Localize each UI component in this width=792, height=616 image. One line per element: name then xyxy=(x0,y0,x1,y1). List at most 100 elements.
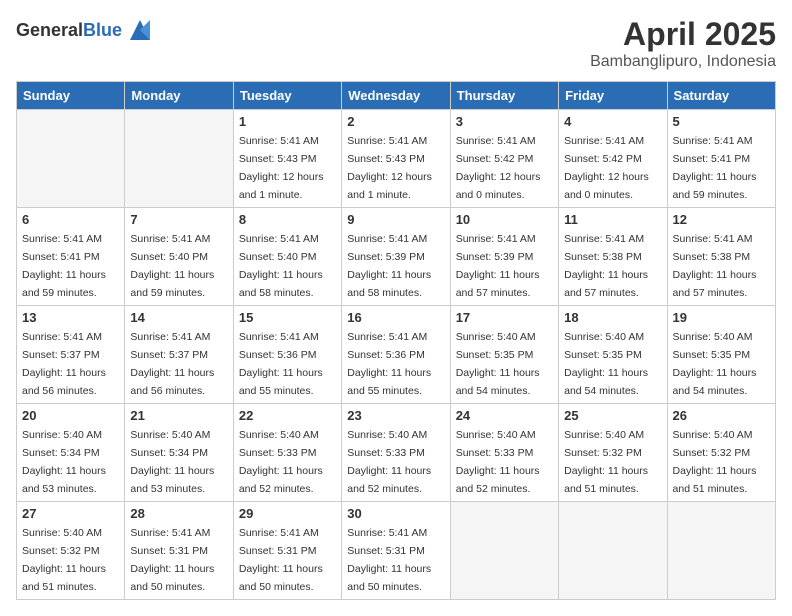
day-detail: Sunrise: 5:41 AM Sunset: 5:31 PM Dayligh… xyxy=(130,527,214,593)
day-detail: Sunrise: 5:41 AM Sunset: 5:36 PM Dayligh… xyxy=(239,331,323,397)
day-detail: Sunrise: 5:41 AM Sunset: 5:36 PM Dayligh… xyxy=(347,331,431,397)
day-cell xyxy=(17,110,125,208)
day-detail: Sunrise: 5:41 AM Sunset: 5:38 PM Dayligh… xyxy=(564,233,648,299)
day-number: 19 xyxy=(673,310,770,325)
day-cell xyxy=(667,502,775,600)
day-number: 30 xyxy=(347,506,444,521)
logo: GeneralBlue xyxy=(16,16,154,44)
day-cell: 4 Sunrise: 5:41 AM Sunset: 5:42 PM Daylig… xyxy=(559,110,667,208)
weekday-header-sunday: Sunday xyxy=(17,82,125,110)
day-detail: Sunrise: 5:41 AM Sunset: 5:39 PM Dayligh… xyxy=(456,233,540,299)
day-detail: Sunrise: 5:41 AM Sunset: 5:41 PM Dayligh… xyxy=(673,135,757,201)
day-detail: Sunrise: 5:41 AM Sunset: 5:42 PM Dayligh… xyxy=(564,135,649,201)
day-detail: Sunrise: 5:41 AM Sunset: 5:31 PM Dayligh… xyxy=(347,527,431,593)
day-cell: 21Sunrise: 5:40 AM Sunset: 5:34 PM Dayli… xyxy=(125,404,233,502)
day-number: 10 xyxy=(456,212,553,227)
day-detail: Sunrise: 5:41 AM Sunset: 5:38 PM Dayligh… xyxy=(673,233,757,299)
day-detail: Sunrise: 5:40 AM Sunset: 5:33 PM Dayligh… xyxy=(456,429,540,495)
day-detail: Sunrise: 5:41 AM Sunset: 5:40 PM Dayligh… xyxy=(239,233,323,299)
weekday-header-saturday: Saturday xyxy=(667,82,775,110)
day-detail: Sunrise: 5:40 AM Sunset: 5:34 PM Dayligh… xyxy=(22,429,106,495)
day-cell xyxy=(125,110,233,208)
weekday-header-tuesday: Tuesday xyxy=(233,82,341,110)
day-detail: Sunrise: 5:40 AM Sunset: 5:32 PM Dayligh… xyxy=(564,429,648,495)
day-detail: Sunrise: 5:41 AM Sunset: 5:37 PM Dayligh… xyxy=(22,331,106,397)
day-number: 6 xyxy=(22,212,119,227)
day-number: 15 xyxy=(239,310,336,325)
day-number: 28 xyxy=(130,506,227,521)
day-detail: Sunrise: 5:40 AM Sunset: 5:35 PM Dayligh… xyxy=(456,331,540,397)
week-row-5: 27 Sunrise: 5:40 AM Sunset: 5:32 PM Dayli… xyxy=(17,502,776,600)
day-cell: 12 Sunrise: 5:41 AM Sunset: 5:38 PM Dayli… xyxy=(667,208,775,306)
day-number: 8 xyxy=(239,212,336,227)
weekday-header-monday: Monday xyxy=(125,82,233,110)
logo-icon xyxy=(126,16,154,44)
day-number: 4 xyxy=(564,114,661,129)
day-detail: Sunrise: 5:40 AM Sunset: 5:33 PM Dayligh… xyxy=(239,429,323,495)
day-number: 20 xyxy=(22,408,119,423)
weekday-header-friday: Friday xyxy=(559,82,667,110)
day-cell: 24 Sunrise: 5:40 AM Sunset: 5:33 PM Dayli… xyxy=(450,404,558,502)
day-cell: 5 Sunrise: 5:41 AM Sunset: 5:41 PM Daylig… xyxy=(667,110,775,208)
day-number: 27 xyxy=(22,506,119,521)
day-number: 5 xyxy=(673,114,770,129)
day-cell: 6Sunrise: 5:41 AM Sunset: 5:41 PM Daylig… xyxy=(17,208,125,306)
day-cell: 13 Sunrise: 5:41 AM Sunset: 5:37 PM Dayli… xyxy=(17,306,125,404)
day-cell: 15 Sunrise: 5:41 AM Sunset: 5:36 PM Dayli… xyxy=(233,306,341,404)
weekday-header-wednesday: Wednesday xyxy=(342,82,450,110)
day-detail: Sunrise: 5:41 AM Sunset: 5:43 PM Dayligh… xyxy=(347,135,432,201)
day-cell: 23Sunrise: 5:40 AM Sunset: 5:33 PM Dayli… xyxy=(342,404,450,502)
month-title: April 2025 xyxy=(590,16,776,53)
day-detail: Sunrise: 5:41 AM Sunset: 5:37 PM Dayligh… xyxy=(130,331,214,397)
logo-blue-text: Blue xyxy=(83,20,122,40)
day-cell: 7 Sunrise: 5:41 AM Sunset: 5:40 PM Daylig… xyxy=(125,208,233,306)
day-detail: Sunrise: 5:41 AM Sunset: 5:43 PM Dayligh… xyxy=(239,135,324,201)
location-title: Bambanglipuro, Indonesia xyxy=(590,53,776,71)
calendar-table: SundayMondayTuesdayWednesdayThursdayFrid… xyxy=(16,81,776,600)
day-number: 29 xyxy=(239,506,336,521)
day-detail: Sunrise: 5:41 AM Sunset: 5:42 PM Dayligh… xyxy=(456,135,541,201)
day-number: 13 xyxy=(22,310,119,325)
weekday-header-row: SundayMondayTuesdayWednesdayThursdayFrid… xyxy=(17,82,776,110)
week-row-4: 20 Sunrise: 5:40 AM Sunset: 5:34 PM Dayli… xyxy=(17,404,776,502)
day-number: 9 xyxy=(347,212,444,227)
day-number: 7 xyxy=(130,212,227,227)
day-detail: Sunrise: 5:40 AM Sunset: 5:35 PM Dayligh… xyxy=(673,331,757,397)
day-number: 24 xyxy=(456,408,553,423)
day-cell: 14 Sunrise: 5:41 AM Sunset: 5:37 PM Dayli… xyxy=(125,306,233,404)
day-cell: 9 Sunrise: 5:41 AM Sunset: 5:39 PM Daylig… xyxy=(342,208,450,306)
day-number: 2 xyxy=(347,114,444,129)
day-number: 14 xyxy=(130,310,227,325)
day-cell: 10 Sunrise: 5:41 AM Sunset: 5:39 PM Dayli… xyxy=(450,208,558,306)
day-detail: Sunrise: 5:41 AM Sunset: 5:39 PM Dayligh… xyxy=(347,233,431,299)
week-row-3: 13 Sunrise: 5:41 AM Sunset: 5:37 PM Dayli… xyxy=(17,306,776,404)
weekday-header-thursday: Thursday xyxy=(450,82,558,110)
day-cell: 20 Sunrise: 5:40 AM Sunset: 5:34 PM Dayli… xyxy=(17,404,125,502)
day-cell: 30 Sunrise: 5:41 AM Sunset: 5:31 PM Dayli… xyxy=(342,502,450,600)
day-number: 16 xyxy=(347,310,444,325)
week-row-1: 1Sunrise: 5:41 AM Sunset: 5:43 PM Daylig… xyxy=(17,110,776,208)
logo-general-text: General xyxy=(16,20,83,40)
day-cell: 3Sunrise: 5:41 AM Sunset: 5:42 PM Daylig… xyxy=(450,110,558,208)
day-cell: 19 Sunrise: 5:40 AM Sunset: 5:35 PM Dayli… xyxy=(667,306,775,404)
day-number: 25 xyxy=(564,408,661,423)
day-cell: 11Sunrise: 5:41 AM Sunset: 5:38 PM Dayli… xyxy=(559,208,667,306)
day-detail: Sunrise: 5:40 AM Sunset: 5:34 PM Dayligh… xyxy=(130,429,214,495)
day-cell: 26Sunrise: 5:40 AM Sunset: 5:32 PM Dayli… xyxy=(667,404,775,502)
day-number: 12 xyxy=(673,212,770,227)
calendar-body: 1Sunrise: 5:41 AM Sunset: 5:43 PM Daylig… xyxy=(17,110,776,600)
day-detail: Sunrise: 5:40 AM Sunset: 5:32 PM Dayligh… xyxy=(673,429,757,495)
day-number: 18 xyxy=(564,310,661,325)
day-detail: Sunrise: 5:40 AM Sunset: 5:33 PM Dayligh… xyxy=(347,429,431,495)
day-cell: 28 Sunrise: 5:41 AM Sunset: 5:31 PM Dayli… xyxy=(125,502,233,600)
title-area: April 2025 Bambanglipuro, Indonesia xyxy=(590,16,776,71)
day-detail: Sunrise: 5:40 AM Sunset: 5:32 PM Dayligh… xyxy=(22,527,106,593)
day-cell xyxy=(450,502,558,600)
day-cell xyxy=(559,502,667,600)
week-row-2: 6Sunrise: 5:41 AM Sunset: 5:41 PM Daylig… xyxy=(17,208,776,306)
day-cell: 1Sunrise: 5:41 AM Sunset: 5:43 PM Daylig… xyxy=(233,110,341,208)
header: GeneralBlue April 2025 Bambanglipuro, In… xyxy=(16,16,776,71)
calendar-header: SundayMondayTuesdayWednesdayThursdayFrid… xyxy=(17,82,776,110)
day-cell: 2 Sunrise: 5:41 AM Sunset: 5:43 PM Daylig… xyxy=(342,110,450,208)
day-detail: Sunrise: 5:41 AM Sunset: 5:40 PM Dayligh… xyxy=(130,233,214,299)
